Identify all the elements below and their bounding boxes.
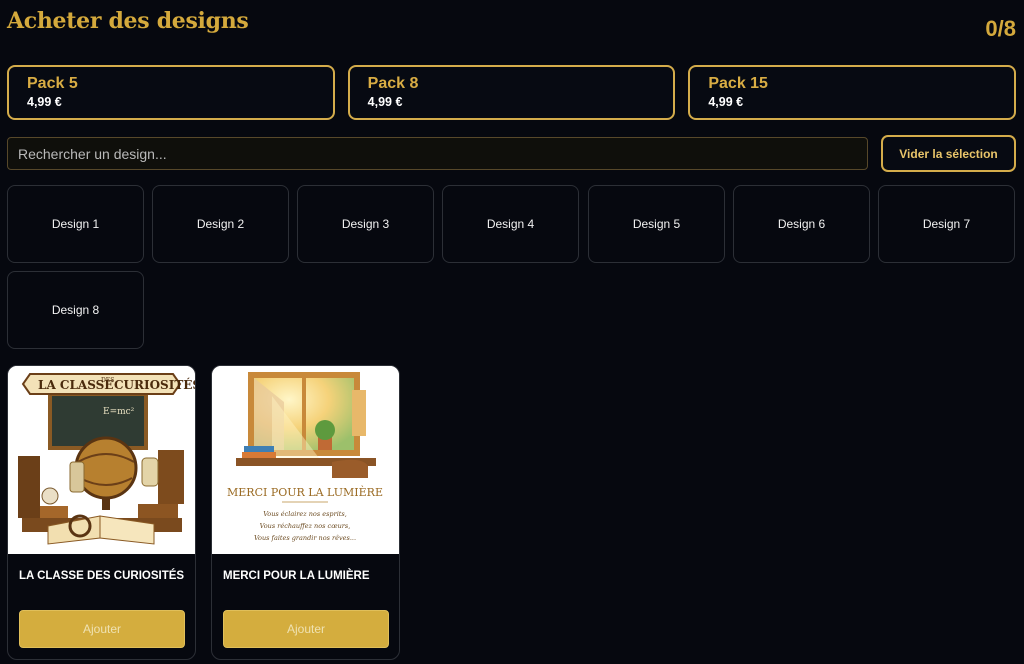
pack-list: Pack 5 4,99 € Pack 8 4,99 € Pack 15 4,99… (7, 65, 1017, 120)
pack-option-8[interactable]: Pack 8 4,99 € (347, 65, 676, 120)
add-to-selection-button[interactable]: Ajouter (19, 610, 185, 648)
page-title: Acheter des designs (7, 8, 249, 34)
art-heading: MERCI POUR LA LUMIÈRE (227, 485, 383, 499)
design-tile-5[interactable]: Design 5 (588, 185, 725, 263)
product-card: MERCI POUR LA LUMIÈRE Vous éclairez nos … (211, 365, 400, 660)
search-row: Vider la sélection (7, 135, 1016, 172)
selection-counter: 0/8 (985, 16, 1016, 41)
art-banner-text-2: CURIOSITÉS (114, 377, 195, 392)
pack-price: 4,99 € (27, 95, 62, 109)
product-card: E=mc² LA CLASSE DES CURIOSITÉS LA CLASSE… (7, 365, 196, 660)
art-board-text: E=mc² (103, 407, 135, 417)
design-tile-4[interactable]: Design 4 (442, 185, 579, 263)
design-tile-2[interactable]: Design 2 (152, 185, 289, 263)
art-banner-text-small: DES (101, 377, 114, 384)
pack-name: Pack 5 (27, 75, 78, 92)
pack-price: 4,99 € (708, 95, 744, 109)
pack-price: 4,99 € (367, 95, 403, 109)
pack-option-15[interactable]: Pack 15 4,99 € (688, 65, 1017, 120)
art-line-2: Vous réchauffez nos cœurs, (260, 522, 351, 530)
pack-option-5[interactable]: Pack 5 4,99 € (7, 65, 335, 120)
add-to-selection-button[interactable]: Ajouter (223, 610, 389, 648)
search-input[interactable] (7, 137, 868, 170)
product-image: MERCI POUR LA LUMIÈRE Vous éclairez nos … (212, 366, 399, 554)
product-title: MERCI POUR LA LUMIÈRE (223, 570, 370, 582)
clear-selection-button[interactable]: Vider la sélection (881, 135, 1016, 172)
product-image: E=mc² LA CLASSE DES CURIOSITÉS (8, 366, 195, 554)
design-tile-6[interactable]: Design 6 (733, 185, 870, 263)
header: Acheter des designs 0/8 (7, 6, 1016, 46)
design-tile-8[interactable]: Design 8 (7, 271, 144, 349)
product-title: LA CLASSE DES CURIOSITÉS (19, 570, 185, 582)
pack-name: Pack 8 (367, 75, 419, 92)
art-line-3: Vous faites grandir nos rêves... (254, 534, 356, 542)
art-line-1: Vous éclairez nos esprits, (263, 510, 347, 518)
design-tile-7[interactable]: Design 7 (878, 185, 1015, 263)
design-tile-1[interactable]: Design 1 (7, 185, 144, 263)
pack-name: Pack 15 (708, 75, 768, 92)
design-tile-3[interactable]: Design 3 (297, 185, 434, 263)
purchase-designs-page: Acheter des designs 0/8 Pack 5 4,99 € Pa… (0, 0, 1024, 664)
